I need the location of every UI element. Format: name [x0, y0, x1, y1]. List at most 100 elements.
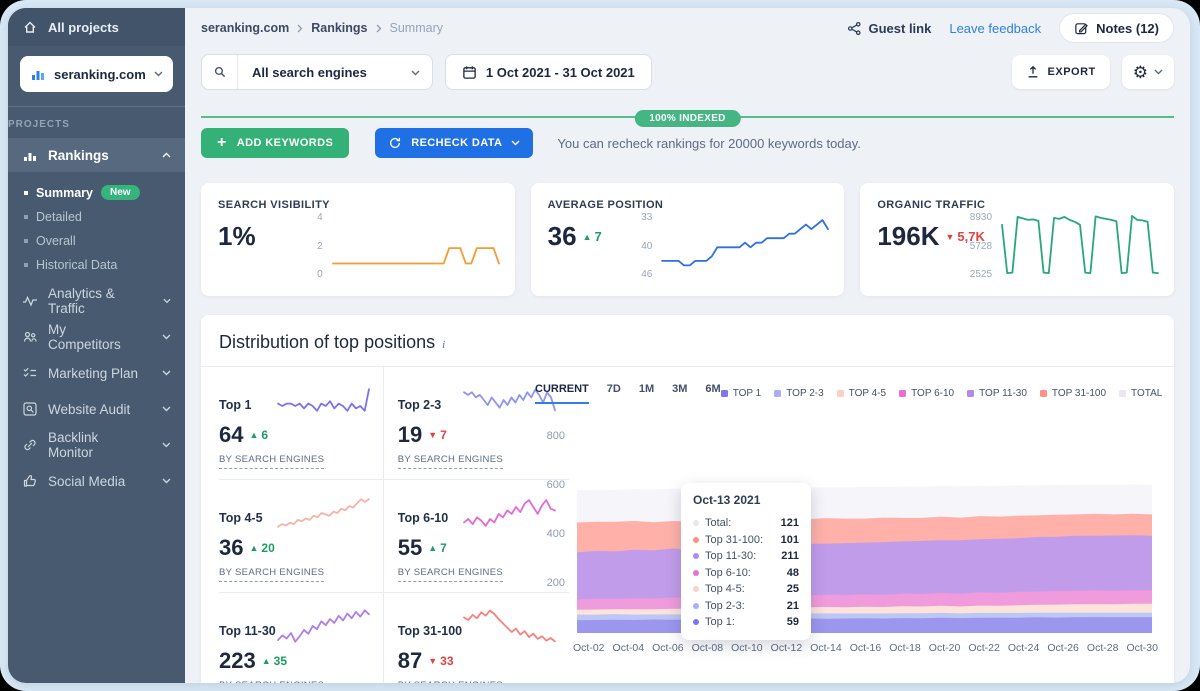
breadcrumb-separator	[297, 24, 303, 33]
by-search-engines-link[interactable]: BY SEARCH ENGINES	[398, 680, 503, 683]
chevron-up-icon	[162, 152, 171, 158]
chevron-down-icon	[511, 140, 520, 146]
sidebar-item-backlink-monitor[interactable]: Backlink Monitor	[8, 427, 185, 463]
y-axis-label: 800	[547, 430, 565, 442]
index-progress: 100% INDEXED	[201, 110, 1174, 124]
sidebar-item-marketing-plan[interactable]: Marketing Plan	[8, 355, 185, 391]
legend-top2-3[interactable]: TOP 2-3	[774, 388, 823, 399]
chart-period-tabs: CURRENT 7D 1M 3M 6M	[535, 383, 721, 404]
breadcrumb-project[interactable]: seranking.com	[201, 21, 289, 35]
new-badge: New	[101, 185, 140, 200]
y-ticks: 334046	[641, 209, 652, 283]
date-range-value: 1 Oct 2021 - 31 Oct 2021	[486, 65, 635, 80]
add-keywords-button[interactable]: + ADD KEYWORDS	[201, 128, 349, 158]
sidebar-item-summary[interactable]: Summary New	[8, 180, 185, 205]
project-selector[interactable]: seranking.com	[20, 56, 173, 92]
refresh-icon	[388, 136, 402, 150]
tab-7d[interactable]: 7D	[607, 383, 621, 404]
breadcrumb-rankings[interactable]: Rankings	[311, 21, 367, 35]
competitors-icon	[22, 329, 38, 345]
sidebar-item-my-competitors[interactable]: My Competitors	[8, 319, 185, 355]
position-mini-cards: Top 1 64 ▲6 BY SEARCH ENGINES Top 2-3 19…	[201, 367, 511, 683]
x-axis-label: Oct-22	[968, 642, 1000, 654]
thumbs-up-icon	[22, 473, 38, 489]
app-window: All projects seranking.com PROJECTS Rank…	[8, 8, 1190, 683]
tab-6m[interactable]: 6M	[705, 383, 720, 404]
chart-legend: TOP 1 TOP 2-3 TOP 4-5 TOP 6-10 TOP 11-30…	[721, 388, 1163, 399]
search-engines-dropdown[interactable]: All search engines	[201, 54, 433, 90]
x-axis-labels: Oct-02Oct-04Oct-06Oct-08Oct-10Oct-12Oct-…	[573, 633, 1158, 654]
bar-chart-icon	[30, 66, 46, 82]
sidebar-item-social-media[interactable]: Social Media	[8, 463, 185, 499]
by-search-engines-link[interactable]: BY SEARCH ENGINES	[219, 680, 324, 683]
sidebar-item-rankings[interactable]: Rankings	[8, 138, 185, 172]
sidebar-item-website-audit[interactable]: Website Audit	[8, 391, 185, 427]
chevron-down-icon	[162, 442, 171, 448]
y-axis-label: 400	[547, 528, 565, 540]
top4-5-card: Top 4-5 36 ▲20 BY SEARCH ENGINES	[219, 480, 383, 593]
topbar: seranking.com Rankings Summary Guest lin…	[185, 8, 1190, 48]
by-search-engines-link[interactable]: BY SEARCH ENGINES	[219, 567, 324, 582]
by-search-engines-link[interactable]: BY SEARCH ENGINES	[398, 567, 503, 582]
chevron-down-icon	[163, 298, 171, 304]
sidebar-item-all-projects[interactable]: All projects	[8, 8, 185, 46]
tab-1m[interactable]: 1M	[639, 383, 654, 404]
chevron-down-icon	[162, 478, 171, 484]
notes-button[interactable]: Notes (12)	[1059, 13, 1174, 43]
tab-3m[interactable]: 3M	[672, 383, 687, 404]
legend-top6-10[interactable]: TOP 6-10	[899, 388, 954, 399]
y-axis-label: 600	[547, 479, 565, 491]
organic-traffic-sparkline	[1000, 209, 1160, 281]
x-axis-label: Oct-30	[1126, 642, 1158, 654]
by-search-engines-link[interactable]: BY SEARCH ENGINES	[219, 454, 324, 469]
x-axis-label: Oct-06	[652, 642, 684, 654]
x-axis-label: Oct-20	[929, 642, 961, 654]
sidebar-item-historical-data[interactable]: Historical Data	[8, 253, 185, 277]
legend-total[interactable]: TOTAL	[1119, 388, 1162, 399]
breadcrumb: seranking.com Rankings Summary	[201, 21, 443, 35]
export-button[interactable]: EXPORT	[1012, 55, 1110, 89]
leave-feedback-link[interactable]: Leave feedback	[949, 21, 1041, 36]
stats-row: SEARCH VISIBILITY 1% 420 AVERAGE POSITIO…	[201, 183, 1174, 296]
x-axis-label: Oct-02	[573, 642, 605, 654]
search-visibility-value: 1%	[218, 221, 256, 252]
by-search-engines-link[interactable]: BY SEARCH ENGINES	[398, 454, 503, 469]
info-icon[interactable]: i	[442, 339, 445, 351]
y-ticks: 420	[317, 209, 323, 283]
calendar-icon	[462, 65, 477, 80]
chevron-down-icon	[1154, 69, 1163, 75]
organic-traffic-value: 196K ▼5,7K	[877, 221, 985, 252]
sidebar-item-detailed[interactable]: Detailed	[8, 205, 185, 229]
sidebar-item-analytics-traffic[interactable]: Analytics & Traffic	[8, 283, 185, 319]
positions-chart-panel: CURRENT 7D 1M 3M 6M TOP 1 TOP 2-3 TOP 4-…	[511, 367, 1174, 683]
recheck-data-button[interactable]: RECHECK DATA	[375, 128, 533, 158]
legend-top4-5[interactable]: TOP 4-5	[837, 388, 886, 399]
x-axis-label: Oct-04	[613, 642, 645, 654]
stacked-area-chart[interactable]: 800 600 400 200 Oct-13 2021 Total:121 To…	[577, 426, 1152, 633]
rankings-label: Rankings	[48, 148, 109, 163]
gear-icon: ⚙	[1133, 64, 1148, 81]
audit-icon	[22, 401, 38, 417]
breadcrumb-separator	[376, 24, 382, 33]
main-content: seranking.com Rankings Summary Guest lin…	[185, 8, 1190, 683]
sidebar-item-overall[interactable]: Overall	[8, 229, 185, 253]
projects-section-label: PROJECTS	[8, 107, 185, 138]
date-range-picker[interactable]: 1 Oct 2021 - 31 Oct 2021	[445, 54, 652, 90]
marketing-plan-icon	[22, 365, 38, 381]
guest-link-button[interactable]: Guest link	[847, 21, 931, 36]
legend-top1[interactable]: TOP 1	[721, 388, 762, 399]
breadcrumb-summary: Summary	[390, 21, 443, 35]
legend-top11-30[interactable]: TOP 11-30	[967, 388, 1027, 399]
x-axis-label: Oct-18	[889, 642, 921, 654]
chevron-down-icon	[162, 370, 171, 376]
x-axis-label: Oct-14	[810, 642, 842, 654]
tab-current[interactable]: CURRENT	[535, 383, 589, 404]
settings-button[interactable]: ⚙	[1122, 55, 1174, 89]
chevron-down-icon	[162, 406, 171, 412]
recheck-hint: You can recheck rankings for 20000 keywo…	[557, 136, 861, 151]
summary-label: Summary	[36, 186, 93, 200]
top11-30-card: Top 11-30 223 ▲35 BY SEARCH ENGINES	[219, 593, 383, 683]
app-screen: All projects seranking.com PROJECTS Rank…	[0, 0, 1200, 691]
legend-top31-100[interactable]: TOP 31-100	[1040, 388, 1106, 399]
average-position-sparkline	[660, 209, 830, 281]
